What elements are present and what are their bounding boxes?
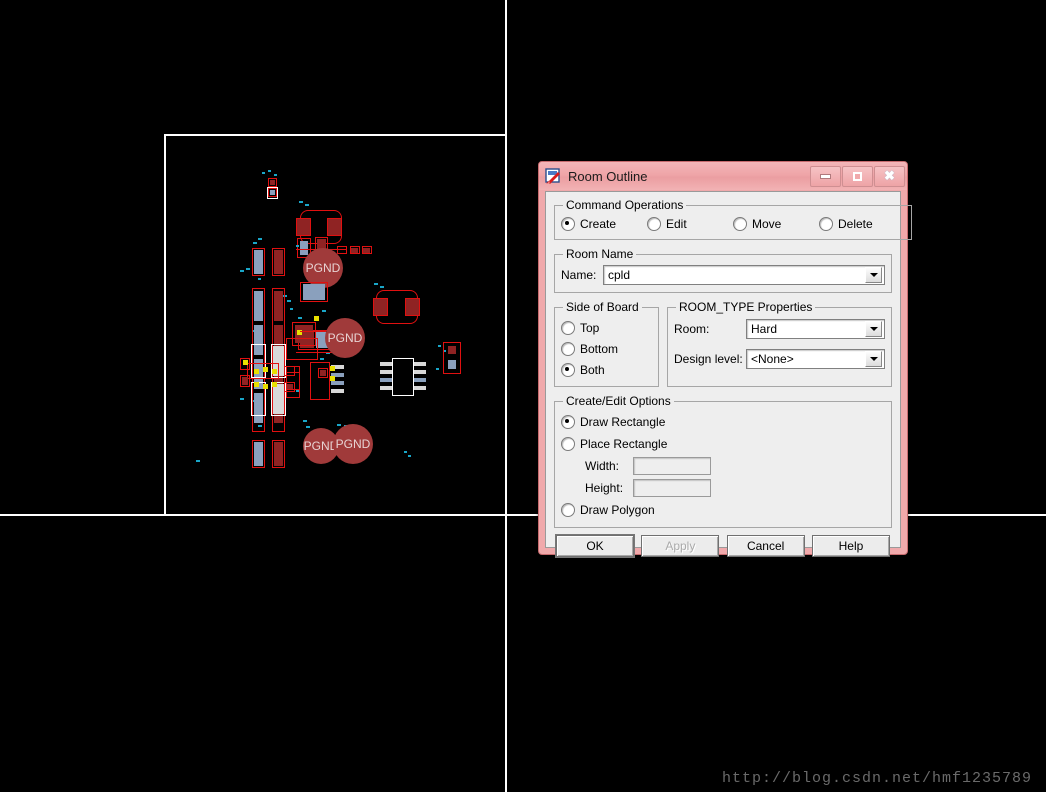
radio-top[interactable]: Top	[561, 317, 652, 338]
radio-bottom-label: Bottom	[580, 341, 619, 356]
maximize-icon	[853, 171, 862, 181]
room-label-pgnd-4: PGND	[333, 424, 373, 464]
create-edit-options-group: Create/Edit Options Draw Rectangle Place…	[554, 394, 892, 528]
cancel-button[interactable]: Cancel	[726, 535, 805, 557]
command-operations-group: Command Operations Create Edit Move Dele…	[554, 198, 912, 240]
ok-button[interactable]: OK	[556, 535, 634, 557]
room-type-room-combo[interactable]: Hard	[746, 319, 885, 339]
radio-draw-rectangle[interactable]: Draw Rectangle	[561, 411, 885, 433]
radio-draw-rectangle-indicator	[561, 415, 575, 429]
apply-button: Apply	[641, 535, 720, 557]
radio-delete-label: Delete	[838, 217, 873, 231]
maximize-button[interactable]	[842, 165, 873, 187]
radio-edit-label: Edit	[666, 217, 687, 231]
radio-create[interactable]: Create	[561, 217, 647, 231]
room-name-legend: Room Name	[566, 247, 634, 261]
room-name-value: cpld	[608, 268, 631, 282]
radio-place-rectangle[interactable]: Place Rectangle	[561, 433, 885, 455]
room-outline-dialog[interactable]: Room Outline ✖ Command Operations Create…	[538, 161, 912, 557]
radio-both[interactable]: Both	[561, 359, 652, 380]
height-label: Height:	[585, 481, 624, 495]
design-level-value: <None>	[751, 352, 794, 366]
radio-place-rectangle-label: Place Rectangle	[580, 437, 668, 451]
room-name-combo[interactable]: cpld	[603, 265, 885, 285]
side-of-board-group: Side of Board Top Bottom Both	[554, 300, 659, 387]
radio-move-indicator	[733, 217, 747, 231]
minimize-icon	[820, 173, 831, 179]
close-button[interactable]: ✖	[874, 165, 905, 187]
radio-create-label: Create	[580, 217, 617, 231]
width-label: Width:	[585, 459, 620, 473]
radio-move[interactable]: Move	[733, 217, 819, 231]
close-icon: ✖	[884, 168, 895, 183]
radio-top-indicator	[561, 320, 575, 335]
radio-place-rectangle-indicator	[561, 437, 575, 451]
radio-edit[interactable]: Edit	[647, 217, 733, 231]
radio-delete[interactable]: Delete	[819, 217, 905, 231]
help-button[interactable]: Help	[811, 535, 890, 557]
radio-edit-indicator	[647, 217, 661, 231]
radio-bottom-indicator	[561, 341, 575, 356]
height-input[interactable]	[633, 479, 711, 497]
dialog-title-bar[interactable]: Room Outline ✖	[539, 162, 907, 190]
minimize-button[interactable]	[810, 165, 841, 187]
chevron-down-icon[interactable]	[865, 321, 882, 337]
radio-create-indicator	[561, 217, 575, 231]
side-of-board-legend: Side of Board	[566, 300, 639, 314]
radio-move-label: Move	[752, 217, 782, 231]
room-type-room-label: Room:	[674, 322, 710, 336]
create-edit-options-legend: Create/Edit Options	[566, 394, 671, 408]
width-input[interactable]	[633, 457, 711, 475]
dialog-button-row: OK Apply Cancel Help	[554, 535, 892, 557]
room-name-label: Name:	[561, 268, 597, 282]
radio-draw-rectangle-label: Draw Rectangle	[580, 415, 666, 429]
design-level-combo[interactable]: <None>	[746, 349, 885, 369]
room-name-group: Room Name Name: cpld	[554, 247, 892, 293]
design-level-label: Design level:	[674, 352, 743, 366]
dialog-body: Command Operations Create Edit Move Dele…	[545, 191, 912, 557]
room-type-room-value: Hard	[751, 322, 778, 336]
radio-draw-polygon-label: Draw Polygon	[580, 503, 655, 517]
room-type-properties-group: ROOM_TYPE Properties Room: Hard Design l…	[667, 300, 892, 387]
chevron-down-icon[interactable]	[865, 267, 882, 283]
room-type-legend: ROOM_TYPE Properties	[679, 300, 813, 314]
room-outline-icon	[545, 168, 562, 184]
watermark-text: http://blog.csdn.net/hmf1235789	[721, 770, 1032, 787]
radio-draw-polygon-indicator	[561, 503, 575, 517]
room-label-pgnd-2: PGND	[325, 318, 365, 358]
radio-delete-indicator	[819, 217, 833, 231]
radio-top-label: Top	[580, 320, 600, 335]
radio-bottom[interactable]: Bottom	[561, 338, 652, 359]
radio-both-label: Both	[580, 362, 605, 377]
chevron-down-icon[interactable]	[865, 351, 882, 367]
command-operations-legend: Command Operations	[566, 198, 684, 212]
radio-both-indicator	[561, 362, 575, 377]
dialog-title: Room Outline	[568, 168, 648, 184]
radio-draw-polygon[interactable]: Draw Polygon	[561, 499, 885, 521]
